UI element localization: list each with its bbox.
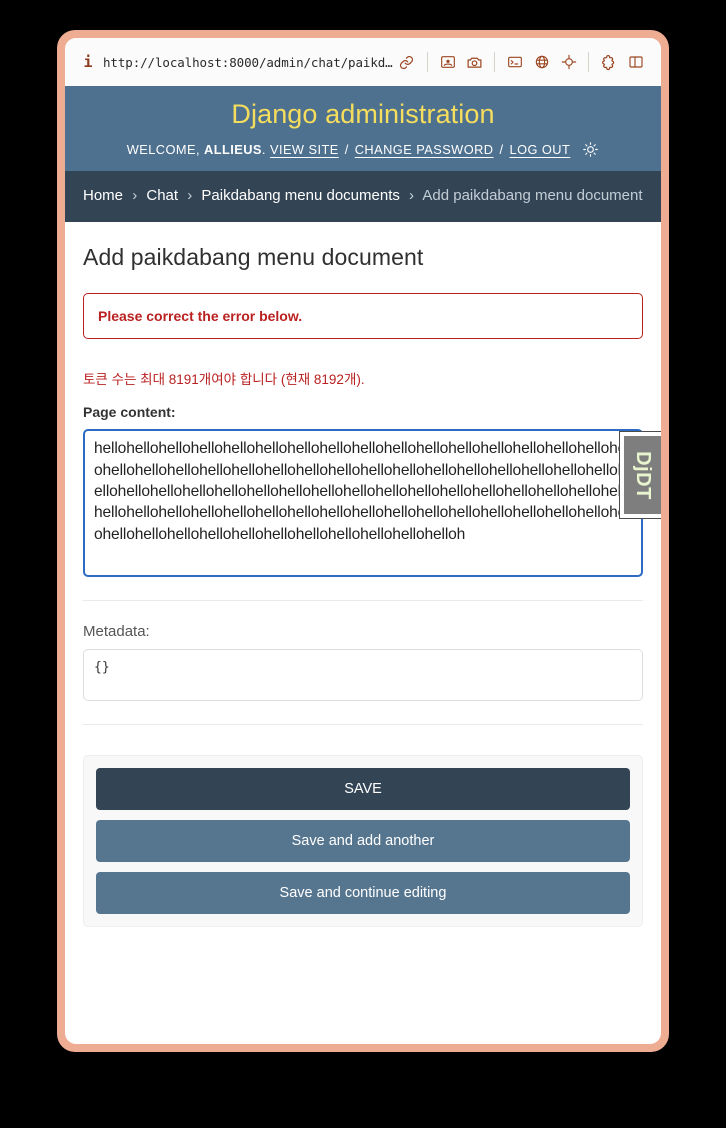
metadata-textarea[interactable] (83, 649, 643, 702)
browser-frame: i http://localhost:8000/admin/chat/paikd… (57, 30, 669, 1052)
sun-icon[interactable] (582, 141, 599, 158)
breadcrumb-item-paikdabang-menu-documents[interactable]: Paikdabang menu documents (201, 187, 399, 204)
crosshair-icon[interactable] (555, 50, 582, 74)
reader-mode-icon[interactable] (434, 50, 461, 74)
toolbar-divider (427, 52, 428, 72)
save-and-continue-editing-button[interactable]: Save and continue editing (96, 872, 630, 915)
save-and-add-another-button[interactable]: Save and add another (96, 820, 630, 863)
site-title: Django administration (231, 99, 495, 129)
link-separator: / (344, 141, 349, 157)
submit-row: SAVE Save and add another Save and conti… (83, 755, 643, 928)
field-row-page-content: 토큰 수는 최대 8191개여야 합니다 (현재 8192개). Page co… (83, 371, 643, 602)
page-content-textarea[interactable] (83, 429, 643, 578)
puzzle-icon[interactable] (595, 50, 622, 74)
view-site-link[interactable]: VIEW SITE (270, 142, 339, 157)
breadcrumb-item-chat[interactable]: Chat (146, 187, 178, 204)
change-password-link[interactable]: CHANGE PASSWORD (355, 142, 494, 157)
djdt-tab-inner: DjDT (624, 436, 661, 514)
djdt-label: DjDT (632, 450, 655, 500)
terminal-icon[interactable] (501, 50, 528, 74)
save-button[interactable]: SAVE (96, 768, 630, 811)
django-debug-toolbar-tab[interactable]: DjDT (619, 431, 661, 519)
username: ALLIEUS (204, 141, 262, 157)
browser-toolbar: i http://localhost:8000/admin/chat/paikd… (65, 38, 661, 86)
toolbar-divider (588, 52, 589, 72)
breadcrumb-separator: › (187, 186, 193, 204)
address-bar[interactable]: http://localhost:8000/admin/chat/paikd… (99, 55, 393, 70)
link-icon[interactable] (393, 50, 420, 74)
log-out-link[interactable]: LOG OUT (510, 142, 571, 157)
field-error-page-content: 토큰 수는 최대 8191개여야 합니다 (현재 8192개). (83, 372, 365, 388)
field-row-metadata: Metadata: (83, 623, 643, 726)
camera-icon[interactable] (461, 50, 488, 74)
breadcrumb-item-home[interactable]: Home (83, 187, 123, 204)
django-header: Django administration WELCOME, ALLIEUS .… (65, 86, 661, 171)
site-info-icon[interactable]: i (77, 53, 99, 71)
field-label-page-content: Page content: (83, 404, 176, 421)
link-separator: / (499, 141, 504, 157)
breadcrumb-separator: › (132, 186, 138, 204)
toolbar-divider (494, 52, 495, 72)
page-title: Add paikdabang menu document (83, 244, 424, 271)
breadcrumb-item-current: Add paikdabang menu document (422, 186, 643, 204)
field-label-metadata: Metadata: (83, 623, 150, 641)
breadcrumb-separator: › (409, 186, 415, 204)
user-tools: WELCOME, ALLIEUS . VIEW SITE / CHANGE PA… (75, 141, 651, 158)
breadcrumb: Home › Chat › Paikdabang menu documents … (65, 170, 661, 223)
globe-icon[interactable] (528, 50, 555, 74)
sidebar-icon[interactable] (622, 50, 649, 74)
error-note: Please correct the error below. (83, 293, 643, 340)
welcome-text: WELCOME, (126, 141, 200, 157)
main-content: Add paikdabang menu document Please corr… (65, 222, 661, 928)
browser-viewport: i http://localhost:8000/admin/chat/paikd… (65, 38, 661, 1044)
